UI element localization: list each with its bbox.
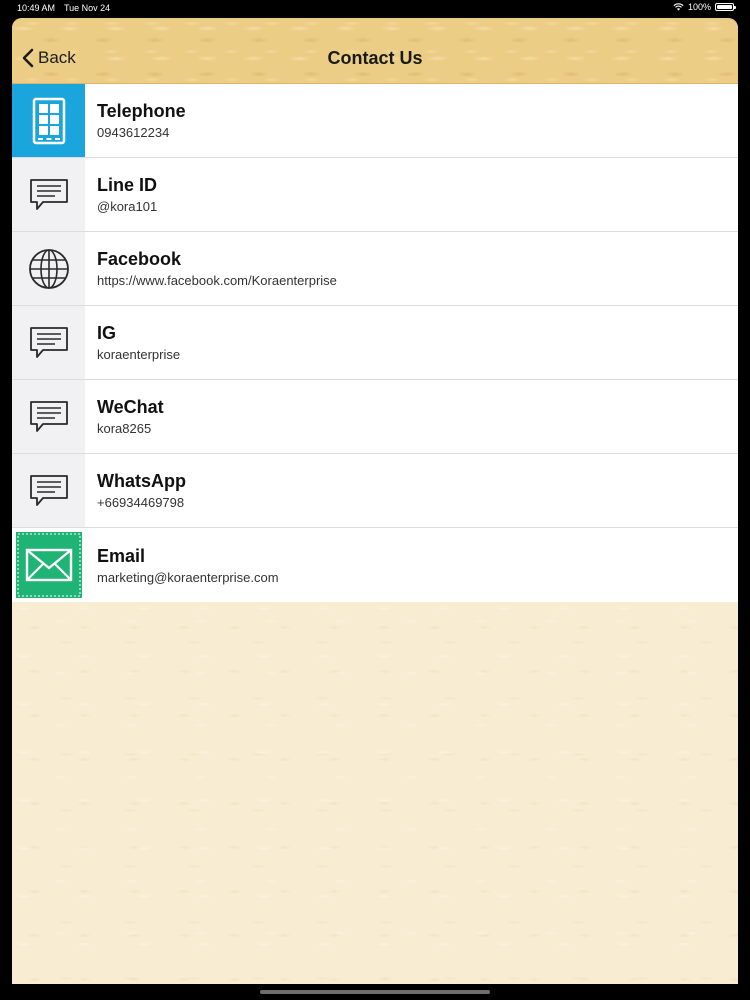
contact-title: WeChat xyxy=(97,397,164,417)
contact-title: Telephone xyxy=(97,101,186,121)
contact-title: Facebook xyxy=(97,249,182,269)
status-bar: 10:49 AM Tue Nov 24 100% xyxy=(0,0,750,16)
contact-value: @kora101 xyxy=(97,199,158,214)
chat-icon xyxy=(12,454,85,527)
contact-value: 0943612234 xyxy=(97,125,170,140)
app-screen: Back Contact Us Telephone 0943612234 Lin… xyxy=(12,18,738,984)
contact-row-telephone[interactable]: Telephone 0943612234 xyxy=(12,84,738,158)
page-title: Contact Us xyxy=(327,48,423,68)
chat-icon xyxy=(12,380,85,453)
contact-title: Line ID xyxy=(97,175,158,195)
status-date: Tue Nov 24 xyxy=(64,3,111,13)
navigation-bar: Back Contact Us xyxy=(12,18,738,84)
phone-icon xyxy=(12,84,85,157)
status-right: 100% xyxy=(673,2,736,12)
contact-row-email[interactable]: Email marketing@koraenterprise.com xyxy=(12,528,738,602)
contact-row-line-id[interactable]: Line ID @kora101 xyxy=(12,158,738,232)
home-indicator[interactable] xyxy=(260,990,490,994)
chat-icon xyxy=(12,158,85,231)
contact-value: +66934469798 xyxy=(97,495,185,510)
battery-percent: 100% xyxy=(687,2,711,12)
battery-icon xyxy=(715,3,736,11)
contact-value: https://www.facebook.com/Koraenterprise xyxy=(97,273,337,288)
contact-title: WhatsApp xyxy=(97,471,186,491)
contact-row-wechat[interactable]: WeChat kora8265 xyxy=(12,380,738,454)
contact-row-ig[interactable]: IG koraenterprise xyxy=(12,306,738,380)
mail-icon xyxy=(12,528,85,602)
contact-title: Email xyxy=(97,545,146,566)
status-time: 10:49 AM xyxy=(17,3,56,13)
device-frame: 10:49 AM Tue Nov 24 100% Back Contact Us… xyxy=(0,0,750,1000)
contact-row-whatsapp[interactable]: WhatsApp +66934469798 xyxy=(12,454,738,528)
contact-list: Telephone 0943612234 Line ID @kora101 Fa… xyxy=(12,84,738,602)
contact-row-facebook[interactable]: Facebook https://www.facebook.com/Koraen… xyxy=(12,232,738,306)
contact-value: kora8265 xyxy=(97,421,152,436)
contact-value: marketing@koraenterprise.com xyxy=(97,569,279,585)
globe-icon xyxy=(12,232,85,305)
wifi-icon xyxy=(673,3,684,11)
contact-value: koraenterprise xyxy=(97,347,181,362)
contact-title: IG xyxy=(97,323,117,343)
chat-icon xyxy=(12,306,85,379)
